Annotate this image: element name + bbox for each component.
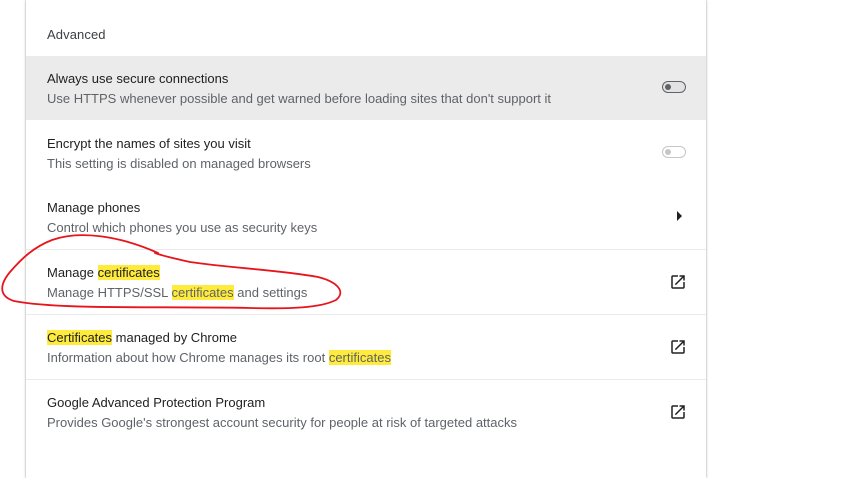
setting-title: Certificates managed by Chrome xyxy=(47,328,637,348)
setting-description: Control which phones you use as security… xyxy=(47,220,318,235)
setting-manage-phones[interactable]: Manage phones Control which phones you u… xyxy=(26,185,706,249)
section-title: Advanced xyxy=(47,27,106,42)
toggle-knob xyxy=(665,84,671,90)
setting-encrypt-site-names[interactable]: Encrypt the names of sites you visit Thi… xyxy=(26,121,706,185)
setting-description: Manage HTTPS/SSL certificates and settin… xyxy=(47,283,637,303)
search-highlight: certificates xyxy=(328,350,391,365)
description-text: Manage HTTPS/SSL xyxy=(47,285,172,300)
setting-description: Use HTTPS whenever possible and get warn… xyxy=(47,91,551,106)
setting-description: Provides Google's strongest account secu… xyxy=(47,415,517,430)
encrypt-site-names-toggle xyxy=(662,146,686,158)
search-highlight: Certificates xyxy=(47,330,113,345)
open-in-new-icon[interactable] xyxy=(669,403,687,421)
open-in-new-icon[interactable] xyxy=(669,273,687,291)
description-text: Information about how Chrome manages its… xyxy=(47,350,329,365)
setting-title: Google Advanced Protection Program xyxy=(47,395,266,410)
arrow-right-icon[interactable] xyxy=(677,211,682,221)
setting-manage-certificates[interactable]: Manage certificates Manage HTTPS/SSL cer… xyxy=(26,249,706,313)
setting-title: Manage phones xyxy=(47,200,141,215)
open-in-new-icon[interactable] xyxy=(669,338,687,356)
settings-page: Advanced Always use secure connections U… xyxy=(0,0,852,478)
setting-advanced-protection-program[interactable]: Google Advanced Protection Program Provi… xyxy=(26,379,706,443)
setting-title: Manage certificates xyxy=(47,263,637,283)
description-text: and settings xyxy=(233,285,308,300)
setting-title: Always use secure connections xyxy=(47,71,229,86)
setting-description: Information about how Chrome manages its… xyxy=(47,348,637,368)
title-text: Manage xyxy=(47,265,98,280)
title-text: managed by Chrome xyxy=(112,330,238,345)
setting-always-secure-connections[interactable]: Always use secure connections Use HTTPS … xyxy=(26,56,706,120)
setting-chrome-managed-certificates[interactable]: Certificates managed by Chrome Informati… xyxy=(26,314,706,378)
search-highlight: certificates xyxy=(97,265,160,280)
setting-title: Encrypt the names of sites you visit xyxy=(47,136,251,151)
advanced-settings-card: Advanced Always use secure connections U… xyxy=(26,0,706,478)
search-highlight: certificates xyxy=(171,285,234,300)
toggle-knob xyxy=(665,149,671,155)
setting-description: This setting is disabled on managed brow… xyxy=(47,156,311,171)
secure-connections-toggle[interactable] xyxy=(662,81,686,93)
